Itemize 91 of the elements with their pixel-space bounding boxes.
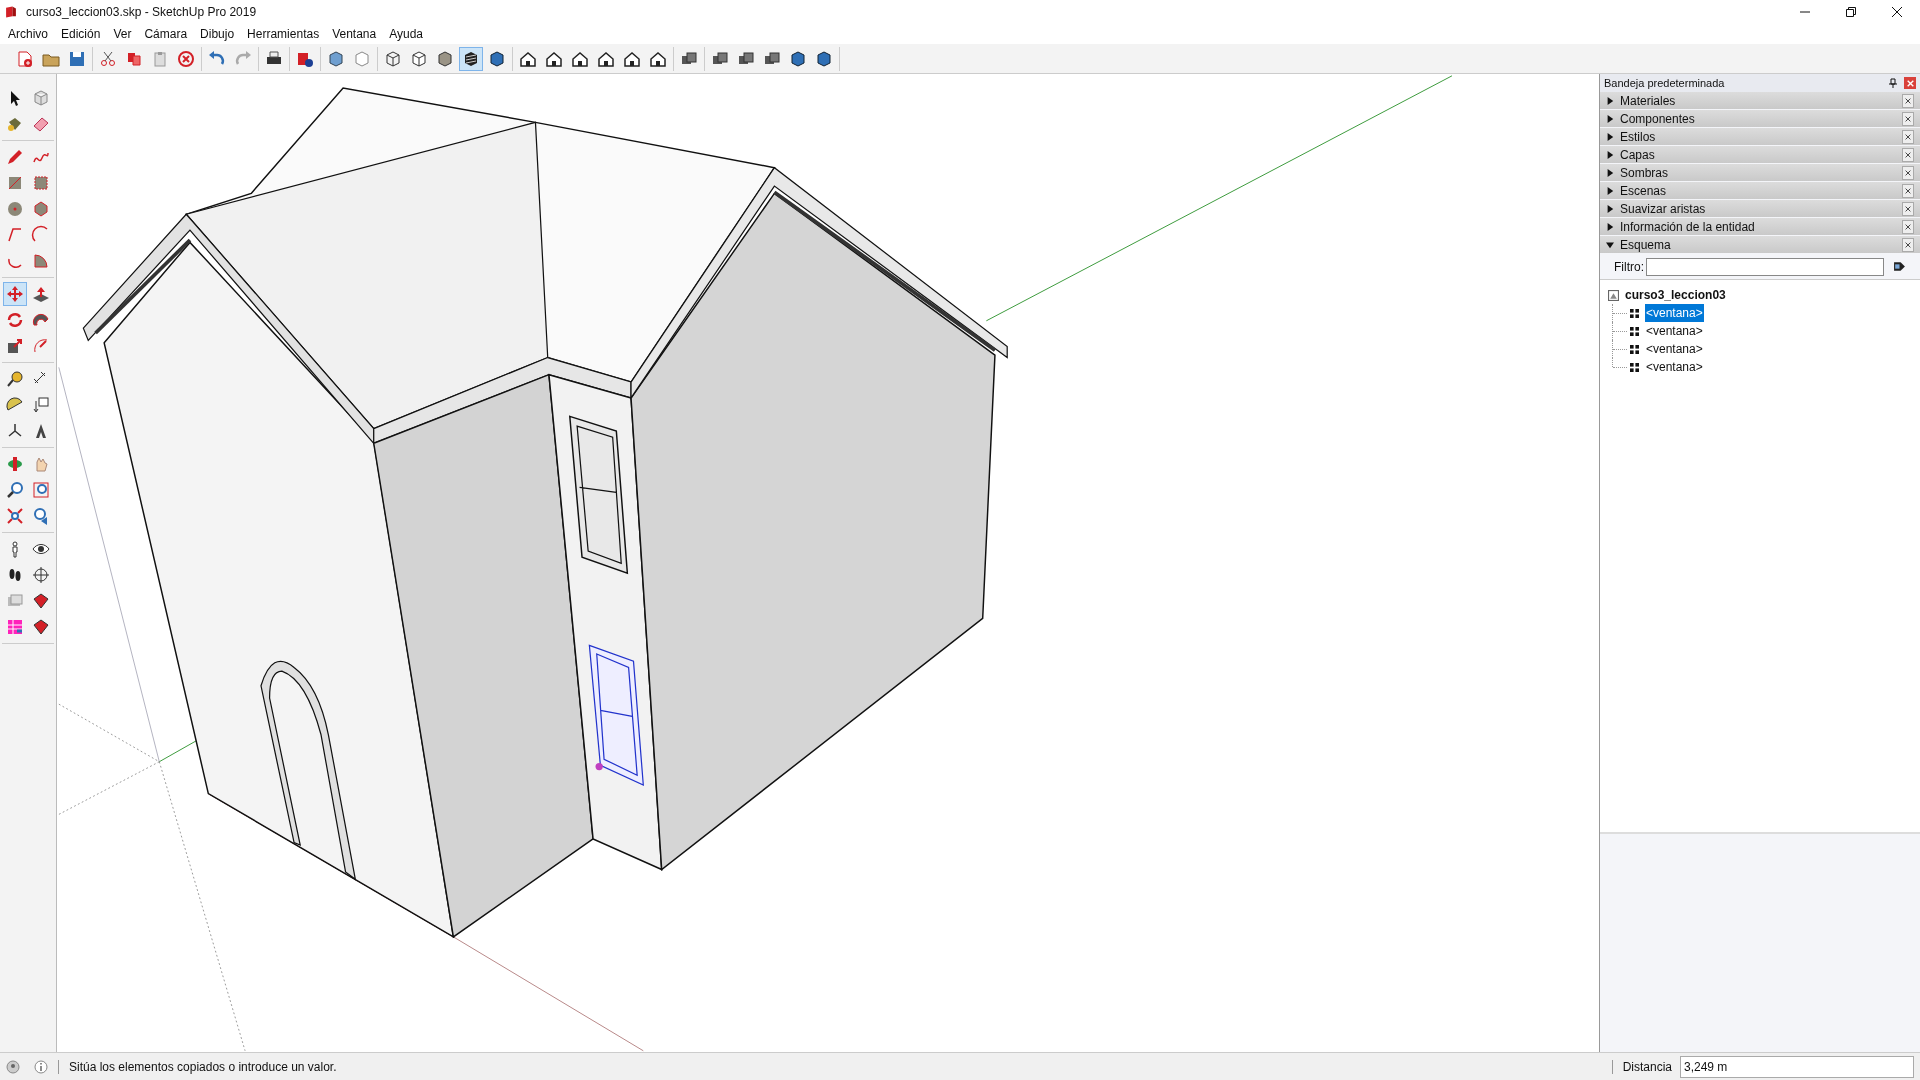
panel-header[interactable]: Esquema <box>1600 236 1920 254</box>
panel-close-button[interactable] <box>1902 201 1914 216</box>
tree-item[interactable]: <ventana> <box>1645 322 1704 340</box>
menu-item[interactable]: Archivo <box>2 25 54 43</box>
circle-icon <box>5 199 25 219</box>
panel-title: Materiales <box>1620 92 1676 110</box>
close-icon <box>1905 241 1911 248</box>
tool-button[interactable] <box>459 46 483 71</box>
component-grid-icon <box>1630 308 1639 318</box>
panel-close-button[interactable] <box>1902 237 1914 252</box>
close-icon <box>1892 7 1902 17</box>
move-arrows-icon <box>5 284 25 304</box>
tree-item[interactable]: <ventana> <box>1645 358 1704 376</box>
section-plane-icon <box>31 565 51 585</box>
model-icon <box>1608 289 1619 301</box>
scale-icon <box>5 336 25 356</box>
tray-title: Bandeja predeterminada <box>1604 75 1725 91</box>
close-icon <box>1905 115 1911 122</box>
menu-item[interactable]: Edición <box>55 25 107 43</box>
pin-icon[interactable] <box>1888 78 1898 88</box>
measurement-field[interactable]: 3,249 m <box>1680 1055 1914 1078</box>
component-grid-icon <box>1630 344 1639 354</box>
panel-header[interactable]: Estilos <box>1600 128 1920 146</box>
window-title: curso3_leccion03.skp - SketchUp Pro 2019 <box>26 4 257 21</box>
pie-icon <box>31 251 51 271</box>
info-icon[interactable] <box>34 1059 48 1074</box>
component-grid-icon <box>1630 326 1639 336</box>
gem-icon <box>31 591 51 611</box>
menu-item[interactable]: Ayuda <box>383 25 429 43</box>
component-grid-icon <box>1630 362 1639 372</box>
menu-item[interactable]: Ver <box>107 25 138 43</box>
panel-header[interactable]: Información de la entidad <box>1600 218 1920 236</box>
menu-item[interactable]: Ventana <box>326 25 383 43</box>
component-cube-icon <box>31 88 51 108</box>
panel-title: Suavizar aristas <box>1620 200 1706 218</box>
triangle-down-icon <box>1606 240 1614 249</box>
menu-item[interactable]: Dibujo <box>194 25 241 43</box>
restore-icon <box>1846 7 1856 17</box>
close-icon <box>1905 97 1911 104</box>
panel-close-button[interactable] <box>1902 219 1914 234</box>
polygon-icon <box>31 199 51 219</box>
panel-close-button[interactable] <box>1902 93 1914 108</box>
close-icon <box>1905 133 1911 140</box>
panel-header[interactable]: Escenas <box>1600 182 1920 200</box>
panel-title: Escenas <box>1620 182 1667 200</box>
close-icon <box>1905 187 1911 194</box>
tree-root-label[interactable]: curso3_leccion03 <box>1625 286 1726 304</box>
zoom-icon <box>5 480 25 500</box>
grid-sheet-icon <box>5 617 25 637</box>
gem-icon <box>31 617 51 637</box>
delete-circle-icon <box>176 48 196 69</box>
panel-close-button[interactable] <box>1902 129 1914 144</box>
tree-item[interactable]: <ventana> <box>1645 304 1704 322</box>
panel-header[interactable]: Componentes <box>1600 110 1920 128</box>
orbit-icon <box>5 454 25 474</box>
pencil-icon <box>5 147 25 167</box>
close-icon <box>1905 205 1911 212</box>
zoom-window-icon <box>31 480 51 500</box>
panel-title: Estilos <box>1620 128 1656 146</box>
panel-title: Componentes <box>1620 110 1695 128</box>
panel-title: Información de la entidad <box>1620 218 1755 236</box>
panel-close-button[interactable] <box>1902 111 1914 126</box>
menu-item[interactable]: Herramientas <box>241 25 326 43</box>
close-icon <box>1905 151 1911 158</box>
text-label-icon <box>31 395 51 415</box>
panel-header[interactable]: Suavizar aristas <box>1600 200 1920 218</box>
app-logo-icon <box>4 5 18 19</box>
panel-title: Capas <box>1620 146 1655 164</box>
zoom-extents-icon <box>5 506 25 526</box>
panel-header[interactable]: Materiales <box>1600 92 1920 110</box>
filter-field[interactable] <box>1646 257 1884 276</box>
panel-header[interactable]: Sombras <box>1600 164 1920 182</box>
filter-label: Filtro: <box>1614 258 1644 276</box>
panel-title: Esquema <box>1620 236 1671 254</box>
close-icon <box>1906 79 1914 87</box>
tree-item[interactable]: <ventana> <box>1645 340 1704 358</box>
panel-header[interactable]: Capas <box>1600 146 1920 164</box>
panel-close-button[interactable] <box>1902 183 1914 198</box>
panel-close-button[interactable] <box>1902 147 1914 162</box>
menu-item[interactable]: Cámara <box>138 25 194 43</box>
status-message: Sitúa los elementos copiados o introduce un valor. <box>69 1058 337 1076</box>
close-icon <box>1905 223 1911 230</box>
tray-close-button[interactable] <box>1904 77 1916 89</box>
panel-close-button[interactable] <box>1902 165 1914 180</box>
arrow-document-icon[interactable] <box>1893 260 1906 273</box>
measurement-label: Distancia <box>1622 1058 1672 1076</box>
tape-measure-icon <box>5 369 25 389</box>
rotate-arrows-icon <box>5 310 25 330</box>
new-file-icon <box>15 48 35 69</box>
panel-title: Sombras <box>1620 164 1669 182</box>
close-icon <box>1905 169 1911 176</box>
